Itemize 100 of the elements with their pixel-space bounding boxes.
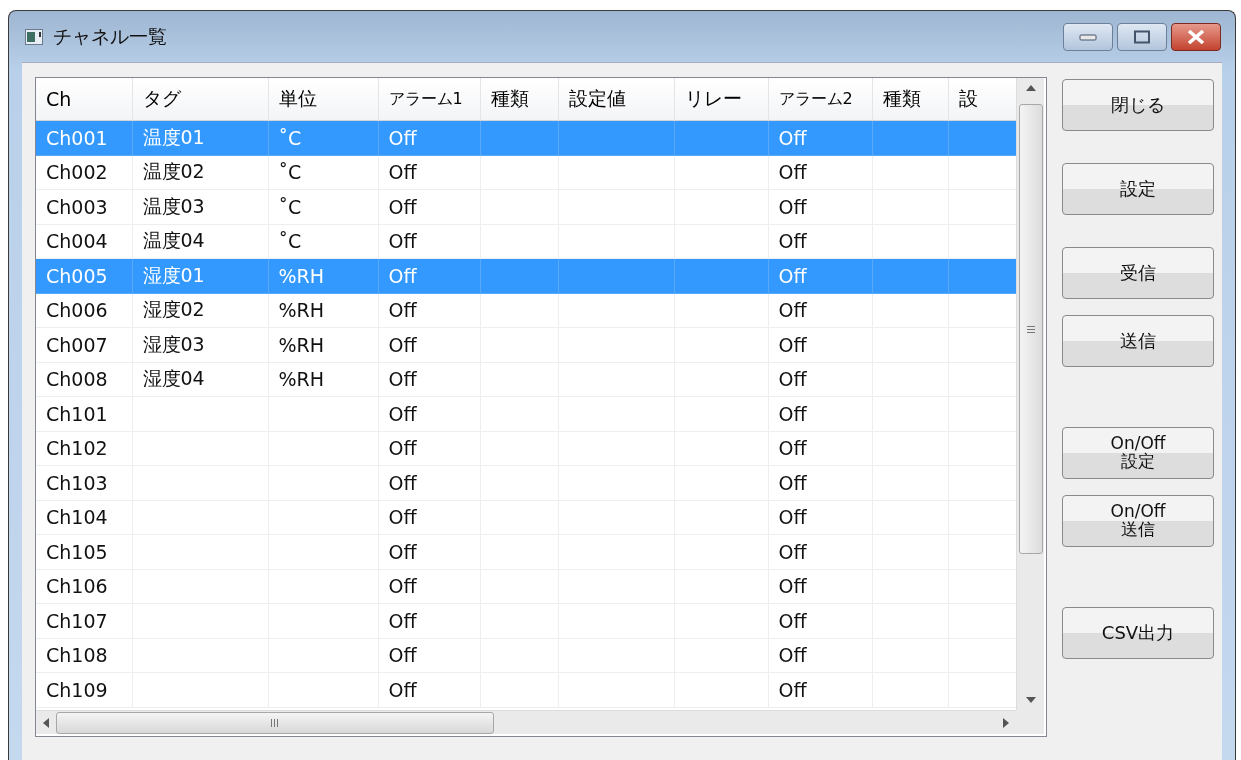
table-cell: Off [768,500,872,535]
action-button[interactable]: 受信 [1062,247,1214,299]
table-cell: Ch004 [36,224,132,259]
scroll-down-icon[interactable] [1025,697,1036,703]
table-cell: Off [768,396,872,431]
table-cell: Off [768,672,872,707]
column-header[interactable]: 種類 [872,78,948,121]
scroll-thumb[interactable] [56,711,494,734]
table-cell: Off [378,362,480,397]
table-cell: Off [378,224,480,259]
table-cell: Off [768,569,872,604]
table-cell: ˚C [268,120,378,155]
column-header[interactable]: 設 [948,78,1016,121]
table-cell: Ch003 [36,189,132,224]
table-cell: Off [378,396,480,431]
action-button[interactable]: CSV出力 [1062,607,1214,659]
table-cell: Ch107 [36,603,132,638]
table-cell: Off [378,603,480,638]
column-header[interactable]: 設定値 [558,78,674,121]
table-cell: Off [768,189,872,224]
table-cell: Ch007 [36,327,132,362]
close-icon [1186,29,1206,44]
table-cell: Ch105 [36,534,132,569]
table-cell: Off [768,293,872,328]
table-cell: Ch008 [36,362,132,397]
table-cell: Ch104 [36,500,132,535]
table-cell: Off [768,465,872,500]
table-cell: ˚C [268,224,378,259]
table-cell: 湿度01 [132,258,268,293]
table-cell: Off [378,258,480,293]
minimize-button[interactable] [1063,22,1113,51]
action-button[interactable]: 閉じる [1062,79,1214,131]
table-cell: 湿度03 [132,327,268,362]
table-cell: Off [378,465,480,500]
scroll-up-icon[interactable] [1025,85,1036,91]
table-cell: Off [768,258,872,293]
action-button[interactable]: 送信 [1062,315,1214,367]
table-cell: Off [378,569,480,604]
table-cell: 温度04 [132,224,268,259]
table-cell: %RH [268,362,378,397]
table-cell: Off [378,534,480,569]
minimize-icon [1079,32,1097,41]
table-cell: Off [378,120,480,155]
table-cell: Off [378,293,480,328]
table-cell: 温度02 [132,155,268,190]
table-cell: Off [378,500,480,535]
maximize-button[interactable] [1117,22,1167,51]
table-cell: Ch102 [36,431,132,466]
table-cell: Off [768,603,872,638]
table-cell: Off [378,431,480,466]
action-button[interactable]: On/Off 送信 [1062,495,1214,547]
scroll-thumb[interactable] [1018,104,1043,554]
table-cell: %RH [268,327,378,362]
maximize-icon [1133,29,1151,44]
table-cell: Off [768,224,872,259]
column-header[interactable]: Ch [36,78,132,121]
table-cell: Off [378,672,480,707]
table-cell: %RH [268,258,378,293]
table-cell: 湿度02 [132,293,268,328]
column-header[interactable]: タグ [132,78,268,121]
table-cell: 温度03 [132,189,268,224]
table-cell: ˚C [268,189,378,224]
table-cell: Off [768,638,872,673]
table-cell: Off [378,155,480,190]
action-button[interactable]: On/Off 設定 [1062,427,1214,479]
horizontal-scrollbar[interactable] [36,710,1016,734]
table-cell: Ch109 [36,672,132,707]
table-cell: Off [768,431,872,466]
window-icon [25,28,43,45]
table-cell: Off [768,534,872,569]
close-button[interactable] [1171,22,1221,51]
table-cell: Ch106 [36,569,132,604]
table-cell: ˚C [268,155,378,190]
table-cell: Off [378,189,480,224]
table-cell: %RH [268,293,378,328]
table-cell: Off [768,327,872,362]
column-header[interactable]: 種類 [480,78,558,121]
table-cell: Off [768,155,872,190]
table-cell: Ch103 [36,465,132,500]
table-cell: Ch001 [36,120,132,155]
table-cell: 湿度04 [132,362,268,397]
table-cell: Off [768,362,872,397]
table-cell: Ch005 [36,258,132,293]
vertical-scrollbar[interactable] [1016,78,1044,710]
scroll-left-icon[interactable] [43,717,49,728]
table-cell: Ch006 [36,293,132,328]
table-cell: Off [768,120,872,155]
table-cell: Ch101 [36,396,132,431]
table-cell: Ch002 [36,155,132,190]
table-cell: 温度01 [132,120,268,155]
column-header[interactable]: 単位 [268,78,378,121]
window-title: チャネル一覧 [53,23,168,49]
column-header[interactable]: アラーム1 [378,78,480,121]
action-button[interactable]: 設定 [1062,163,1214,215]
table-cell: Off [378,327,480,362]
column-header[interactable]: アラーム2 [768,78,872,121]
table-cell: Off [378,638,480,673]
scroll-right-icon[interactable] [1003,717,1009,728]
table-cell: Ch108 [36,638,132,673]
column-header[interactable]: リレー [674,78,768,121]
